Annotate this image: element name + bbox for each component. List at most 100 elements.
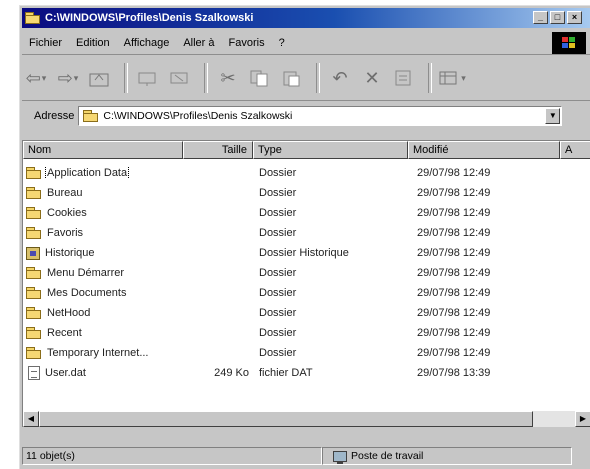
- scroll-thumb[interactable]: [39, 411, 533, 427]
- file-icon: [28, 366, 40, 380]
- file-modified: 29/07/98 12:49: [417, 247, 491, 259]
- column-attributs[interactable]: A: [560, 141, 590, 159]
- copy-button[interactable]: [246, 63, 274, 93]
- file-type: Dossier: [259, 347, 297, 359]
- title-bar[interactable]: C:\WINDOWS\Profiles\Denis Szalkowski _ □…: [22, 8, 590, 28]
- file-name: Historique: [45, 247, 95, 259]
- menu-help[interactable]: ?: [272, 37, 292, 49]
- file-name: NetHood: [47, 307, 91, 319]
- menu-favoris[interactable]: Favoris: [222, 37, 272, 49]
- status-bar: 11 objet(s) Poste de travail: [22, 446, 590, 466]
- map-drive-button[interactable]: [134, 63, 162, 93]
- table-row[interactable]: Application Data Dossier 29/07/98 12:49: [23, 163, 590, 183]
- views-grid-icon: [439, 71, 457, 85]
- column-type[interactable]: Type: [253, 141, 408, 159]
- copy-icon: [250, 70, 268, 87]
- table-row[interactable]: NetHood Dossier 29/07/98 12:49: [23, 303, 590, 323]
- file-name: Temporary Internet...: [47, 347, 149, 359]
- file-modified: 29/07/98 12:49: [417, 187, 491, 199]
- undo-button[interactable]: ↶: [326, 63, 354, 93]
- delete-button[interactable]: ✕: [358, 63, 386, 93]
- table-row[interactable]: Bureau Dossier 29/07/98 12:49: [23, 183, 590, 203]
- properties-button[interactable]: [390, 63, 418, 93]
- menu-edition[interactable]: Edition: [69, 37, 117, 49]
- table-row[interactable]: Recent Dossier 29/07/98 12:49: [23, 323, 590, 343]
- close-button[interactable]: ×: [567, 11, 582, 24]
- file-type: Dossier Historique: [259, 247, 349, 259]
- map-network-drive-icon: [138, 72, 156, 86]
- undo-icon: ↶: [332, 67, 348, 88]
- scissors-icon: ✂: [220, 67, 236, 88]
- column-taille[interactable]: Taille: [183, 141, 253, 159]
- table-row[interactable]: Mes Documents Dossier 29/07/98 12:49: [23, 283, 590, 303]
- cut-button[interactable]: ✂: [214, 63, 242, 93]
- file-name: Menu Démarrer: [47, 267, 125, 279]
- folder-icon: [83, 110, 99, 122]
- file-name: User.dat: [45, 367, 86, 379]
- properties-icon: [395, 70, 411, 86]
- disconnect-drive-icon: [170, 72, 188, 84]
- table-row[interactable]: Historique Dossier Historique 29/07/98 1…: [23, 243, 590, 263]
- scroll-track[interactable]: [39, 411, 575, 427]
- horizontal-scrollbar[interactable]: ◀ ▶: [23, 411, 590, 427]
- folder-icon: [26, 287, 42, 299]
- file-name: Application Data: [44, 167, 130, 179]
- file-size: 249 Ko: [214, 367, 249, 379]
- menu-fichier[interactable]: Fichier: [22, 37, 69, 49]
- back-arrow-icon: ⇦: [25, 67, 41, 88]
- table-row[interactable]: Menu Démarrer Dossier 29/07/98 12:49: [23, 263, 590, 283]
- folder-icon: [26, 347, 42, 359]
- address-label: Adresse: [34, 110, 75, 122]
- file-rows: Application Data Dossier 29/07/98 12:49 …: [23, 163, 590, 383]
- table-row[interactable]: Favoris Dossier 29/07/98 12:49: [23, 223, 590, 243]
- folder-icon: [26, 187, 42, 199]
- file-name: Favoris: [47, 227, 84, 239]
- forward-button[interactable]: ⇨ ▾: [54, 63, 82, 93]
- file-list: Nom Taille Type Modifié A Application Da…: [22, 140, 590, 427]
- folder-icon: [26, 207, 42, 219]
- scroll-left-button[interactable]: ◀: [23, 411, 39, 427]
- disconnect-drive-button[interactable]: [166, 63, 194, 93]
- back-button[interactable]: ⇦ ▾: [22, 63, 50, 93]
- column-header: Nom Taille Type Modifié A: [23, 141, 590, 159]
- folder-icon: [26, 167, 42, 179]
- column-modifie[interactable]: Modifié: [408, 141, 560, 159]
- window-controls: _ □ ×: [533, 11, 582, 24]
- file-type: Dossier: [259, 187, 297, 199]
- address-dropdown-button[interactable]: ▼: [545, 108, 561, 124]
- file-modified: 29/07/98 12:49: [417, 327, 491, 339]
- toolbar-separator: [204, 63, 208, 93]
- file-type: Dossier: [259, 287, 297, 299]
- menu-aller-a[interactable]: Aller à: [176, 37, 221, 49]
- column-nom[interactable]: Nom: [23, 141, 183, 159]
- table-row[interactable]: Cookies Dossier 29/07/98 12:49: [23, 203, 590, 223]
- menu-affichage[interactable]: Affichage: [117, 37, 177, 49]
- menu-bar: Fichier Edition Affichage Aller à Favori…: [22, 32, 590, 55]
- paste-button[interactable]: [278, 63, 306, 93]
- folder-icon: [25, 12, 41, 24]
- file-type: Dossier: [259, 267, 297, 279]
- minimize-button[interactable]: _: [533, 11, 548, 24]
- file-type: Dossier: [259, 227, 297, 239]
- file-type: Dossier: [259, 307, 297, 319]
- file-modified: 29/07/98 13:39: [417, 367, 491, 379]
- file-type: Dossier: [259, 207, 297, 219]
- folder-icon: [26, 327, 42, 339]
- address-field[interactable]: C:\WINDOWS\Profiles\Denis Szalkowski ▼: [78, 106, 563, 126]
- toolbar-separator: [316, 63, 320, 93]
- windows-logo-icon: [562, 37, 575, 48]
- toolbar-separator: [428, 63, 432, 93]
- table-row[interactable]: User.dat 249 Ko fichier DAT 29/07/98 13:…: [23, 363, 590, 383]
- views-button[interactable]: ▾: [438, 63, 466, 93]
- status-location: Poste de travail: [322, 447, 572, 465]
- file-modified: 29/07/98 12:49: [417, 167, 491, 179]
- scroll-right-button[interactable]: ▶: [575, 411, 590, 427]
- up-folder-button[interactable]: [86, 63, 114, 93]
- address-value: C:\WINDOWS\Profiles\Denis Szalkowski: [103, 110, 293, 122]
- file-name: Cookies: [47, 207, 87, 219]
- file-modified: 29/07/98 12:49: [417, 287, 491, 299]
- up-folder-icon: [89, 73, 109, 87]
- window-title: C:\WINDOWS\Profiles\Denis Szalkowski: [45, 12, 254, 24]
- table-row[interactable]: Temporary Internet... Dossier 29/07/98 1…: [23, 343, 590, 363]
- maximize-button[interactable]: □: [550, 11, 565, 24]
